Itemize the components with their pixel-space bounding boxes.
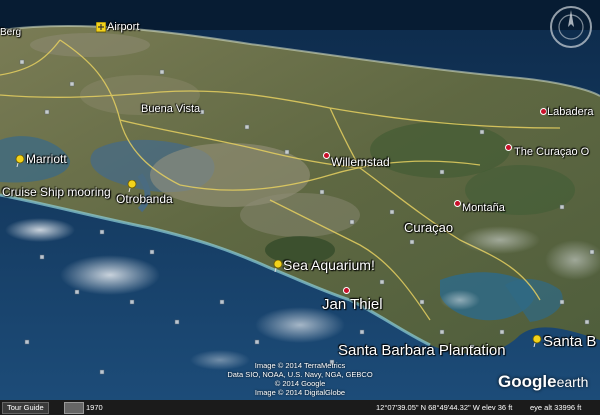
place-label-airport[interactable]: Airport bbox=[107, 21, 139, 33]
airport-icon[interactable] bbox=[96, 22, 106, 34]
logo-suffix-text: earth bbox=[556, 374, 589, 390]
coordinates-readout: 12°07'39.05" N 68°49'44.32" W elev 36 ft bbox=[376, 403, 513, 412]
terrain-imagery bbox=[0, 0, 600, 415]
google-earth-logo: Googleearth bbox=[498, 372, 588, 392]
place-label-sea-aquarium[interactable]: Sea Aquarium! bbox=[283, 257, 375, 273]
tour-guide-button[interactable]: Tour Guide bbox=[2, 402, 49, 414]
place-label-otrobanda[interactable]: Otrobanda bbox=[116, 192, 173, 206]
place-label-the-curacao-o[interactable]: The Curaçao O bbox=[514, 146, 589, 158]
eye-altitude-readout: eye alt 33996 ft bbox=[530, 403, 582, 412]
pushpin-icon[interactable] bbox=[15, 155, 25, 167]
place-dot-the-curacao-o[interactable] bbox=[505, 144, 512, 151]
place-label-montana[interactable]: Montaña bbox=[462, 202, 505, 214]
pushpin-icon[interactable] bbox=[273, 260, 283, 272]
place-dot-willemstad[interactable] bbox=[323, 152, 330, 159]
pushpin-icon[interactable] bbox=[127, 180, 137, 192]
place-label-santa-barbara-plantation[interactable]: Santa Barbara Plantation bbox=[338, 342, 506, 359]
place-label-willemstad[interactable]: Willemstad bbox=[331, 155, 390, 169]
timeline-slider-icon[interactable] bbox=[64, 402, 84, 414]
place-dot-montana[interactable] bbox=[454, 200, 461, 207]
place-label-berg[interactable]: Berg bbox=[0, 27, 21, 38]
place-label-marriott[interactable]: Marriott bbox=[26, 152, 67, 166]
satellite-map[interactable]: Airport Berg Buena Vista Labadera Marrio… bbox=[0, 0, 600, 415]
place-label-cruise-ship-mooring[interactable]: Cruise Ship mooring bbox=[2, 185, 111, 199]
place-dot-labadera[interactable] bbox=[540, 108, 547, 115]
place-label-buena-vista[interactable]: Buena Vista bbox=[141, 103, 200, 115]
place-label-jan-thiel[interactable]: Jan Thiel bbox=[322, 296, 383, 313]
place-dot-jan-thiel[interactable] bbox=[343, 287, 350, 294]
place-label-curacao[interactable]: Curaçao bbox=[404, 220, 453, 235]
logo-brand-text: Google bbox=[498, 372, 557, 391]
compass-icon[interactable] bbox=[546, 2, 596, 52]
year-label: 1970 bbox=[86, 403, 103, 412]
place-label-santa-b[interactable]: Santa B bbox=[543, 333, 596, 350]
pushpin-icon[interactable] bbox=[532, 335, 542, 347]
status-bar: Tour Guide 1970 12°07'39.05" N 68°49'44.… bbox=[0, 400, 600, 415]
place-label-labadera[interactable]: Labadera bbox=[547, 106, 594, 118]
